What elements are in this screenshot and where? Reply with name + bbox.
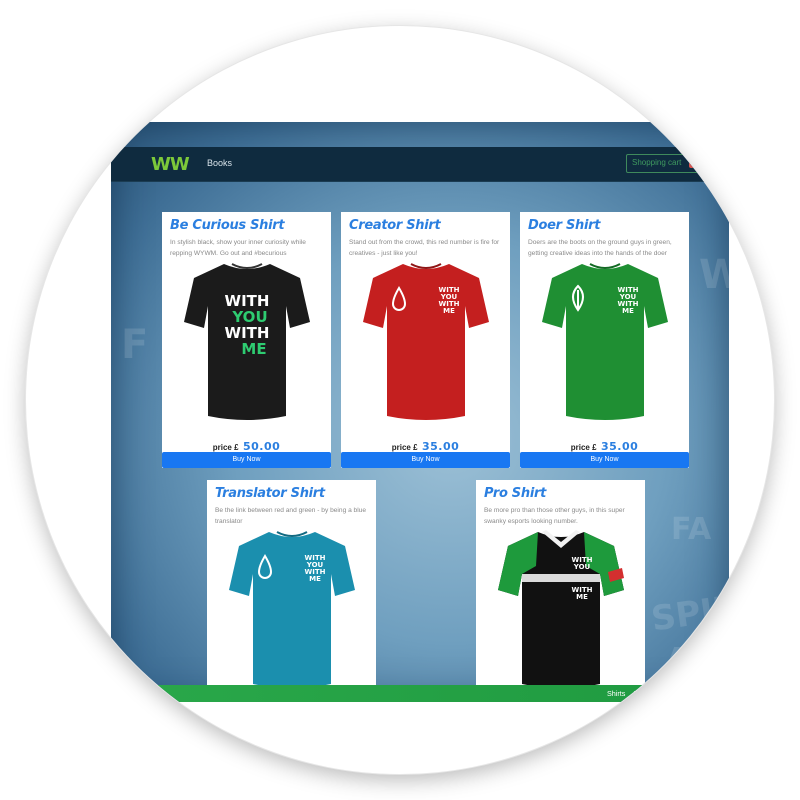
site-logo[interactable]: WW — [151, 154, 190, 175]
shirt-print-line: ME — [576, 593, 588, 601]
buy-now-button[interactable]: Buy Now — [520, 452, 689, 468]
buy-now-button[interactable]: Buy Now — [162, 452, 331, 468]
shirt-print-line: ME — [309, 575, 321, 583]
cart-count-badge: 0 — [689, 159, 697, 168]
shirt-body — [542, 264, 668, 420]
white-stripe — [522, 574, 600, 582]
product-card-doer: Doer Shirt Doers are the boots on the gr… — [520, 212, 689, 468]
site-footer: Shirts Books @2022 - Created by a St — [111, 685, 729, 702]
price-label: price £ — [570, 443, 597, 452]
footer-link-shirts[interactable]: Shirts — [607, 689, 625, 698]
price-label: price £ — [212, 443, 239, 452]
product-title: Be Curious Shirt — [170, 218, 285, 233]
shirt-body — [363, 264, 489, 420]
product-description: Stand out from the crowd, this red numbe… — [349, 239, 500, 257]
product-description: In stylish black, show your inner curios… — [170, 239, 306, 257]
product-card-be-curious: Be Curious Shirt In stylish black, show … — [162, 212, 331, 468]
footer-link-books[interactable]: Books — [633, 689, 653, 698]
tshirt-image: WITH YOU WITH ME — [363, 263, 489, 420]
tshirt-image: WITH YOU WITH ME — [542, 263, 668, 420]
background-decoration: FA — [671, 512, 712, 547]
product-description: Be more pro than those other guys, in th… — [484, 507, 625, 525]
browser-screen: SPIRE FA AGE W F WW Books Shopping cart … — [111, 122, 729, 702]
footer-links: Shirts Books @2022 - Created by a St — [601, 689, 729, 698]
cart-label: Shopping cart — [632, 158, 682, 167]
product-description: Doers are the boots on the ground guys i… — [528, 239, 672, 257]
shirt-print-line: YOU — [573, 563, 591, 571]
background-decoration: F — [121, 322, 149, 368]
product-card-pro: Pro Shirt Be more pro than those other g… — [476, 480, 645, 685]
nav-link-books[interactable]: Books — [207, 158, 232, 168]
tshirt-image: WITH YOU WITH ME — [184, 263, 310, 420]
product-title: Translator Shirt — [215, 486, 325, 501]
price-label: price £ — [391, 443, 418, 452]
product-title: Creator Shirt — [349, 218, 441, 233]
product-description: Be the link between red and green - by b… — [215, 507, 367, 525]
background-decoration: SPIRE — [648, 584, 729, 640]
background-decoration: AGE — [666, 642, 729, 677]
product-card-translator: Translator Shirt Be the link between red… — [207, 480, 376, 685]
shirt-print-line: ME — [241, 340, 266, 358]
shopping-cart-button[interactable]: Shopping cart 0 — [626, 154, 702, 173]
background-decoration: W — [699, 252, 729, 298]
buy-now-button[interactable]: Buy Now — [341, 452, 510, 468]
product-title: Doer Shirt — [528, 218, 601, 233]
product-card-creator: Creator Shirt Stand out from the crowd, … — [341, 212, 510, 468]
top-navbar: WW Books Shopping cart 0 — [111, 147, 729, 182]
product-title: Pro Shirt — [484, 486, 546, 501]
circular-frame: SPIRE FA AGE W F WW Books Shopping cart … — [26, 26, 774, 774]
shirt-print-line: ME — [443, 307, 455, 315]
shirt-body — [229, 532, 355, 685]
footer-copyright: @2022 - Created by a St — [661, 689, 729, 698]
shirt-print-line: ME — [622, 307, 634, 315]
tshirt-image: WITH YOU WITH ME — [229, 531, 355, 685]
tshirt-image: WITH YOU WITH ME — [498, 530, 624, 685]
